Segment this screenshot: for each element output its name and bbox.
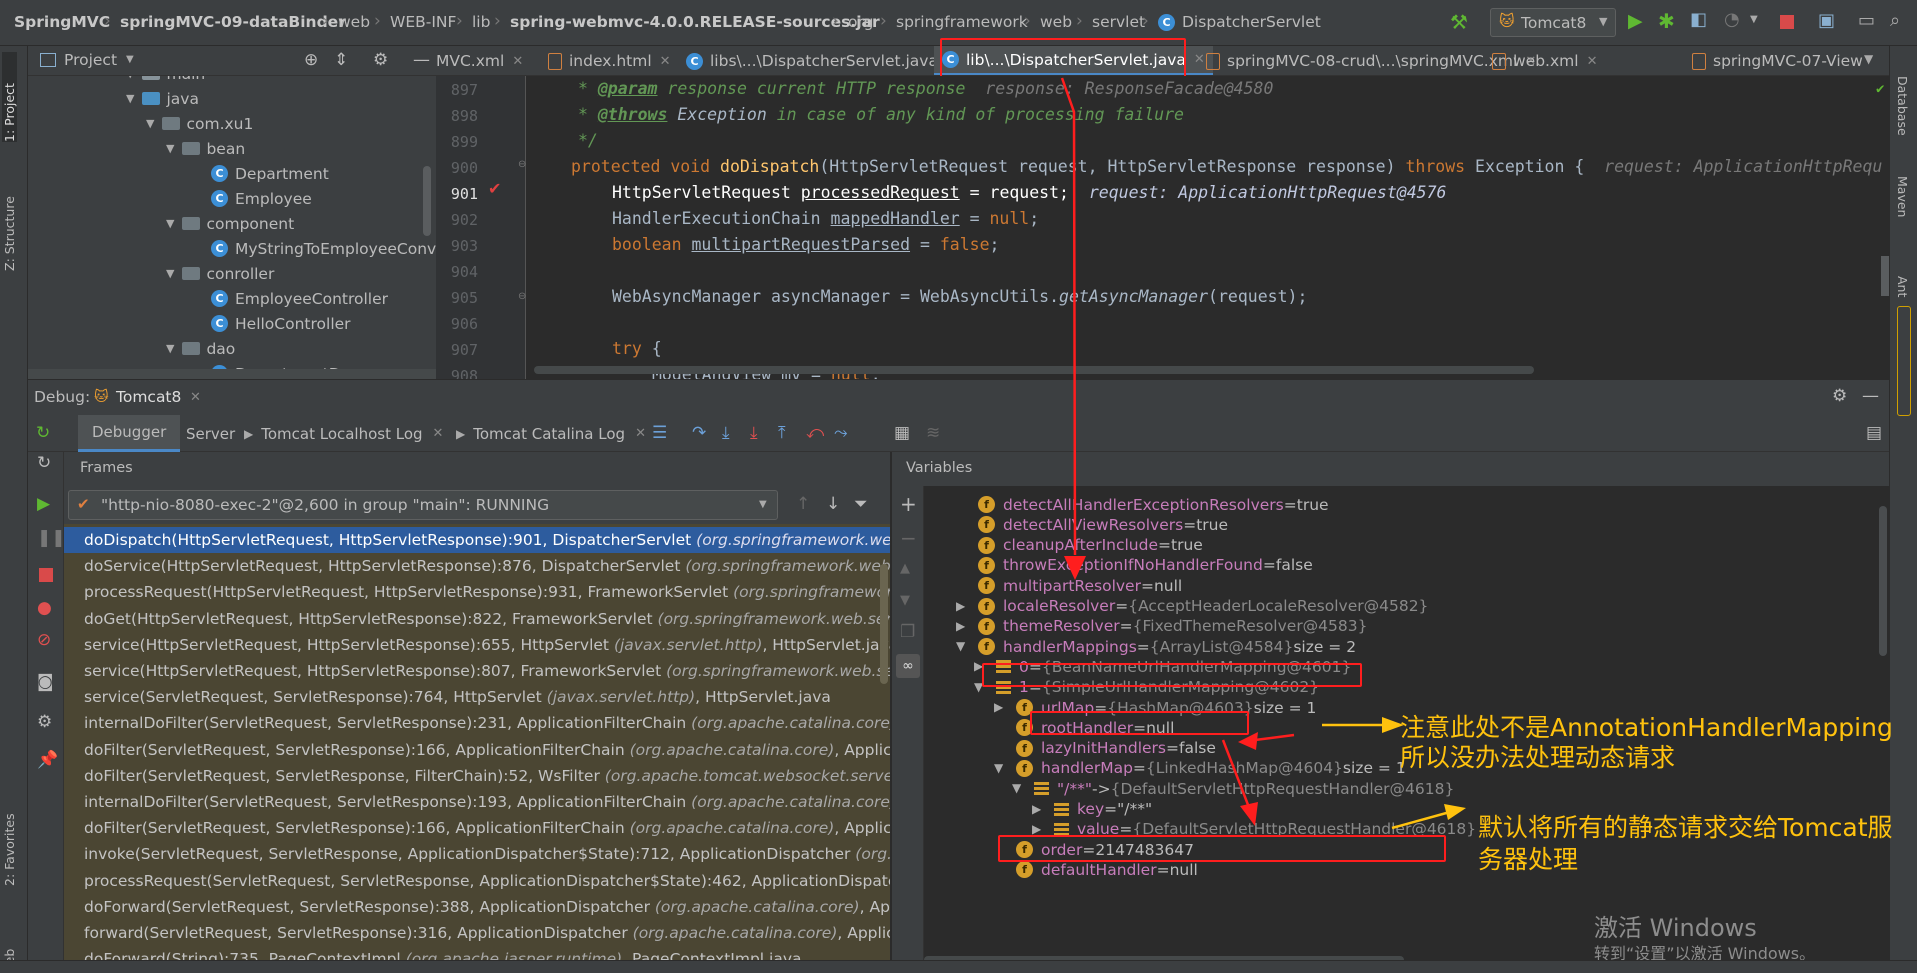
annotation-text-2a: 默认将所有的静态请求交给Tomcat服 [1478, 813, 1893, 842]
arrowhead [1444, 804, 1466, 820]
annotation-box-default-servlet-handler [998, 835, 1446, 862]
arrowhead [1064, 556, 1086, 580]
annotation-box-simpleurlhandlermapping [1030, 711, 1249, 735]
annotation-box-handlermappings [982, 663, 1362, 687]
annotation-text-1b: 所以没办法处理动态请求 [1400, 743, 1676, 772]
annotation-arrow-yellow [1391, 810, 1451, 830]
arrowhead [1240, 802, 1258, 826]
annotation-text-2b: 务器处理 [1478, 845, 1579, 874]
annotation-arrow-red [1060, 77, 1077, 556]
watermark-title: 激活 Windows [1594, 914, 1757, 942]
bottom-tool-strip [0, 960, 1917, 973]
annotation-arrow-red [1254, 733, 1295, 742]
annotation-arrow-red [1221, 739, 1252, 811]
